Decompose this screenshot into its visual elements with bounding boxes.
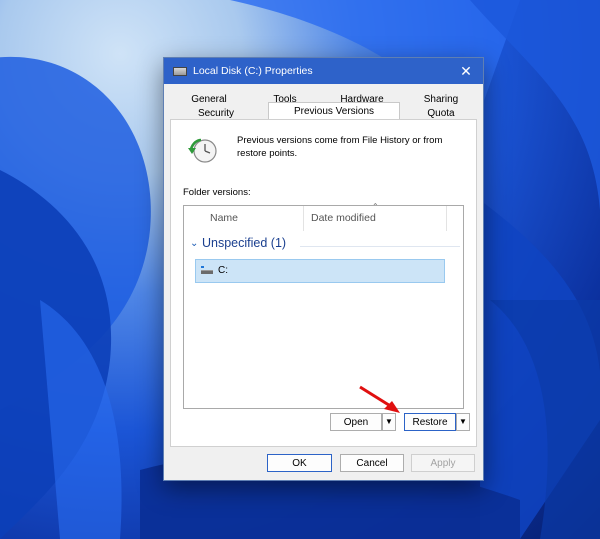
list-item-label: C:	[218, 265, 228, 276]
restore-dropdown-button[interactable]: ▼	[456, 413, 470, 431]
tab-general[interactable]: General	[170, 93, 248, 107]
restore-button[interactable]: Restore	[404, 413, 456, 431]
cancel-button[interactable]: Cancel	[340, 454, 404, 472]
drive-icon	[201, 266, 213, 274]
close-icon[interactable]: ✕	[458, 63, 474, 79]
apply-button[interactable]: Apply	[411, 454, 475, 472]
open-dropdown-button[interactable]: ▼	[382, 413, 396, 431]
column-name[interactable]: Name	[210, 212, 238, 224]
dialog-title: Local Disk (C:) Properties	[193, 65, 313, 77]
annotation-arrow-icon	[359, 385, 400, 413]
ok-button[interactable]: OK	[267, 454, 332, 472]
previous-versions-panel: Previous versions come from File History…	[170, 119, 477, 447]
versions-list[interactable]: ⌃ Name Date modified ⌄ Unspecified (1) C…	[183, 202, 464, 409]
list-header: ⌃ Name Date modified	[184, 202, 463, 231]
group-header[interactable]: ⌄ Unspecified (1)	[190, 236, 460, 252]
sort-caret-icon: ⌃	[372, 202, 379, 211]
chevron-down-icon[interactable]: ⌄	[190, 238, 198, 249]
info-text: Previous versions come from File History…	[237, 135, 443, 159]
restore-clock-icon	[188, 138, 217, 163]
column-divider[interactable]	[303, 206, 304, 231]
column-divider[interactable]	[446, 206, 447, 231]
list-item[interactable]: C:	[195, 259, 445, 283]
tab-strip: General Tools Hardware Sharing Security …	[170, 90, 477, 120]
open-button[interactable]: Open	[330, 413, 382, 431]
dialog-titlebar[interactable]: Local Disk (C:) Properties ✕	[164, 58, 483, 84]
drive-icon	[173, 66, 187, 76]
column-date-modified[interactable]: Date modified	[311, 212, 376, 224]
folder-versions-label: Folder versions:	[183, 187, 251, 198]
tab-sharing[interactable]: Sharing	[406, 93, 476, 107]
group-divider	[300, 246, 460, 247]
tab-previous-versions[interactable]: Previous Versions	[268, 102, 400, 120]
group-label: Unspecified (1)	[202, 236, 287, 250]
properties-dialog: Local Disk (C:) Properties ✕ General Too…	[163, 57, 484, 481]
